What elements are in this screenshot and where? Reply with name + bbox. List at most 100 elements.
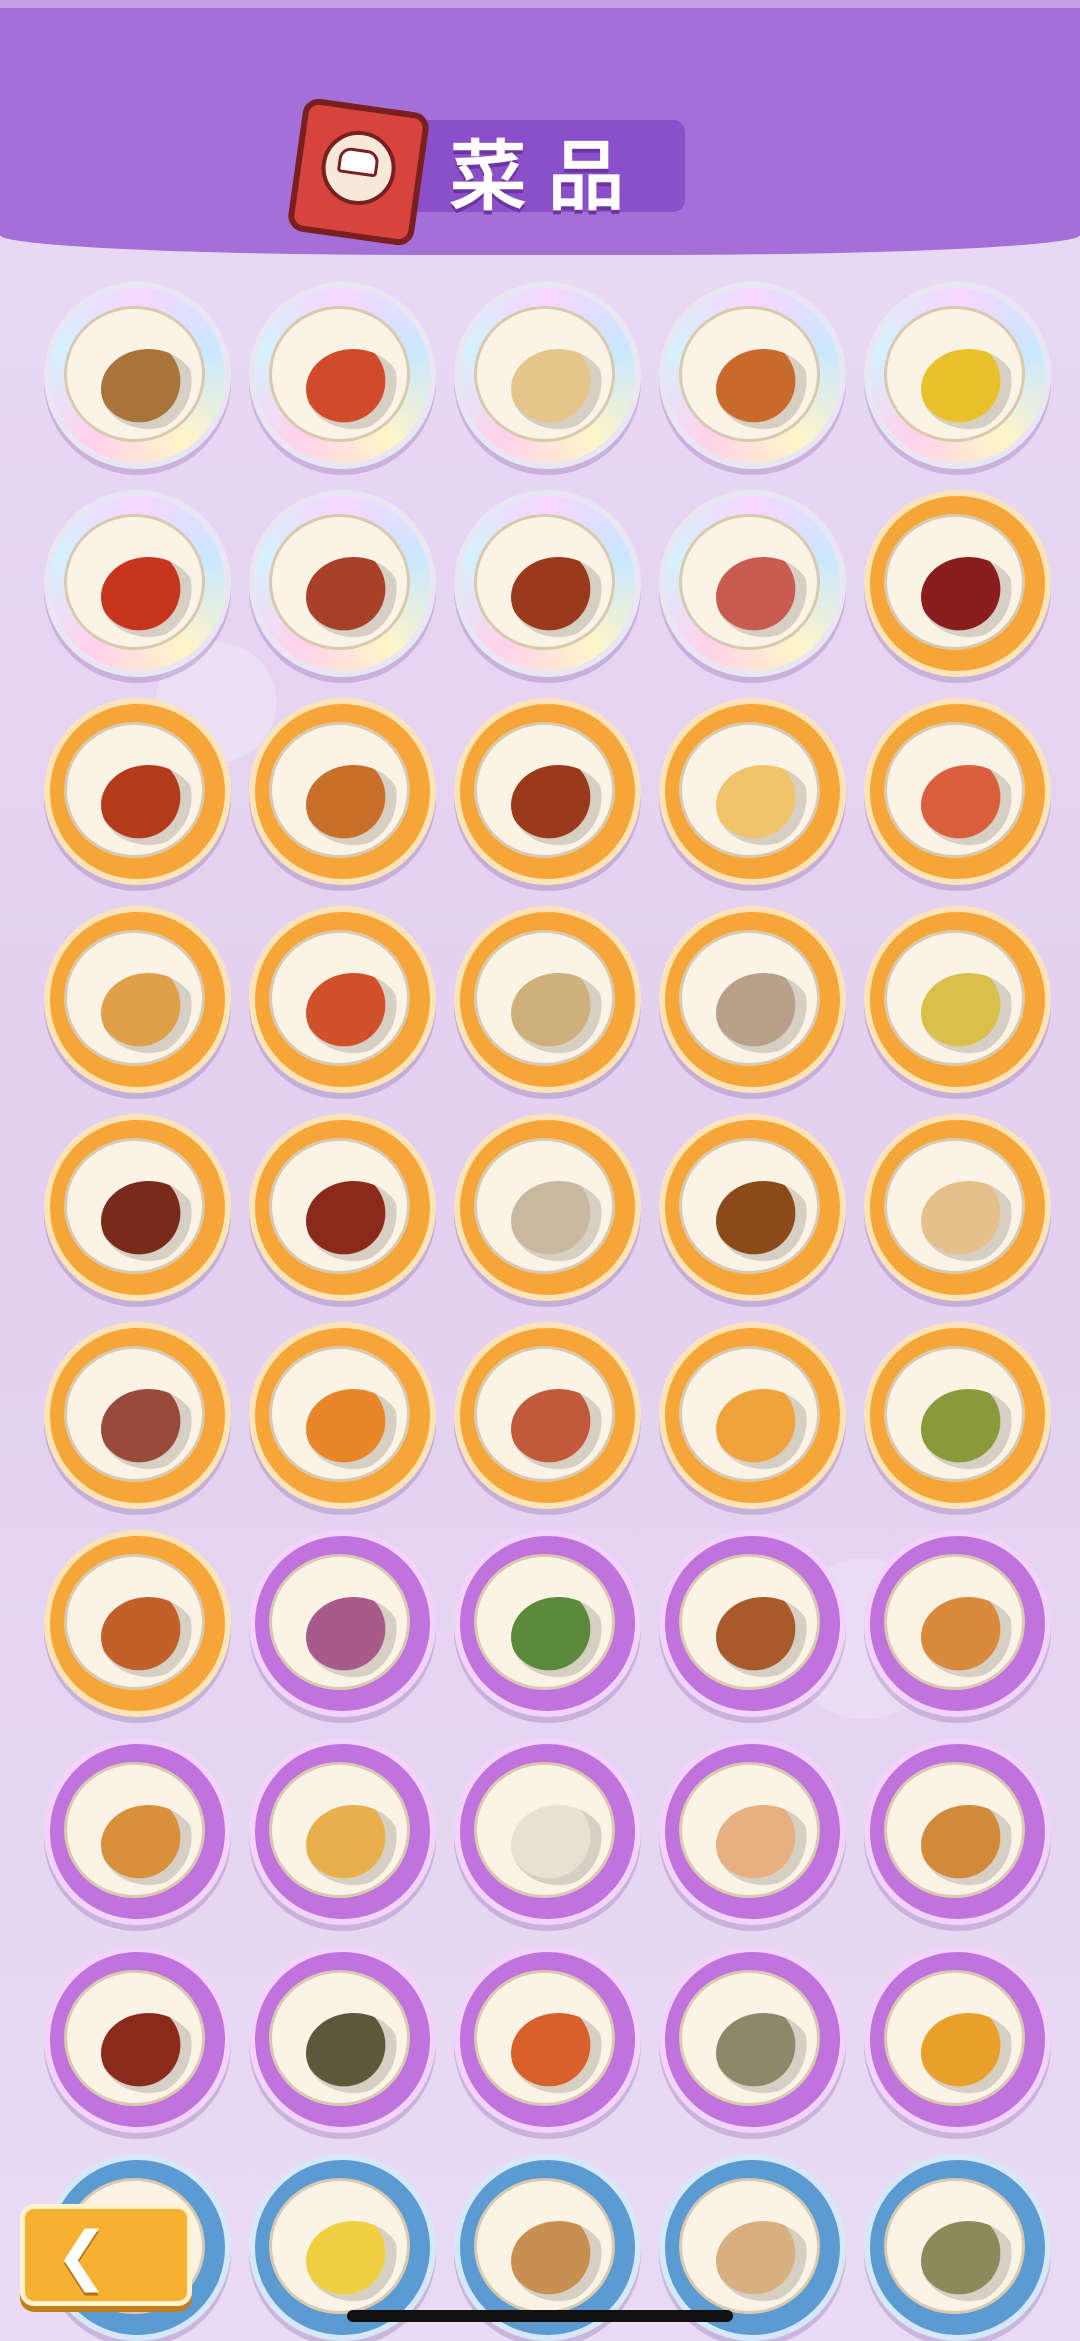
red-bean-icon [101, 2013, 196, 2093]
dish-item[interactable] [249, 1738, 436, 1925]
stir-fry-icon [306, 349, 401, 429]
dish-item[interactable] [249, 282, 436, 469]
dish-item[interactable] [249, 906, 436, 1093]
dish-item[interactable] [864, 490, 1051, 677]
plate [474, 1762, 615, 1898]
dish-item[interactable] [249, 1322, 436, 1509]
dish-item[interactable] [454, 1114, 641, 1301]
braised-meat-icon [511, 557, 606, 637]
dish-item[interactable] [659, 1738, 846, 1925]
plate [474, 722, 615, 858]
braised-pork-icon [921, 557, 1016, 637]
kung-pao-icon [306, 765, 401, 845]
dish-item[interactable] [659, 698, 846, 885]
dish-item[interactable] [864, 282, 1051, 469]
egg-bowl-icon [511, 2221, 606, 2301]
dish-item[interactable] [454, 282, 641, 469]
plate [679, 1138, 820, 1274]
plate [64, 930, 205, 1066]
dish-item[interactable] [454, 1738, 641, 1925]
dish-item[interactable] [659, 490, 846, 677]
plate [269, 1554, 410, 1690]
dish-item[interactable] [44, 1946, 231, 2133]
tofu-stew-icon [306, 1181, 401, 1261]
dish-item[interactable] [44, 1322, 231, 1509]
plate [474, 930, 615, 1066]
dish-item[interactable] [454, 906, 641, 1093]
pepper-beef-icon [101, 765, 196, 845]
dish-item[interactable] [864, 1738, 1051, 1925]
plate [269, 514, 410, 650]
cabbage-icon [921, 973, 1016, 1053]
dish-item[interactable] [864, 1946, 1051, 2133]
dish-item[interactable] [864, 2154, 1051, 2341]
plate [679, 722, 820, 858]
fish-soup-icon [511, 1181, 606, 1261]
plate [884, 306, 1025, 442]
plate [269, 1762, 410, 1898]
dish-item[interactable] [864, 906, 1051, 1093]
dish-item[interactable] [44, 1738, 231, 1925]
dish-item[interactable] [864, 698, 1051, 885]
oyster-icon [716, 2013, 811, 2093]
plate [884, 930, 1025, 1066]
dish-item[interactable] [44, 1530, 231, 1717]
dish-item[interactable] [659, 906, 846, 1093]
dish-item[interactable] [249, 1114, 436, 1301]
egg-noodle-icon [716, 1805, 811, 1885]
plate [474, 1346, 615, 1482]
plate [474, 1970, 615, 2106]
dish-item[interactable] [659, 1530, 846, 1717]
spicy-noodle-icon [511, 2013, 606, 2093]
egg-custard-icon [921, 349, 1016, 429]
plate [474, 1138, 615, 1274]
plate [679, 514, 820, 650]
dish-item[interactable] [44, 698, 231, 885]
dish-item[interactable] [864, 1530, 1051, 1717]
plate [679, 1762, 820, 1898]
dish-item[interactable] [864, 1322, 1051, 1509]
plate [64, 1138, 205, 1274]
scrambled-egg-icon [306, 2221, 401, 2301]
dish-item[interactable] [659, 1946, 846, 2133]
dish-item[interactable] [864, 1114, 1051, 1301]
plate [884, 1970, 1025, 2106]
dish-item[interactable] [44, 490, 231, 677]
soup-jar-icon [101, 349, 196, 429]
plate [269, 1970, 410, 2106]
braised-tofu-icon [716, 1597, 811, 1677]
dish-item[interactable] [249, 1946, 436, 2133]
sliced-beef-icon [101, 1389, 196, 1469]
crayfish-icon [101, 557, 196, 637]
shrimp-egg-icon [716, 765, 811, 845]
dish-item[interactable] [249, 1530, 436, 1717]
meatball-icon [716, 973, 811, 1053]
dish-item[interactable] [249, 698, 436, 885]
dish-item[interactable] [659, 282, 846, 469]
dish-item[interactable] [454, 698, 641, 885]
dish-item[interactable] [454, 1322, 641, 1509]
dish-item[interactable] [249, 490, 436, 677]
recipe-book-icon [286, 96, 431, 248]
chevron-left-icon: ❮ [55, 2219, 109, 2293]
dish-item[interactable] [44, 1114, 231, 1301]
dish-item[interactable] [659, 1322, 846, 1509]
dish-item[interactable] [44, 282, 231, 469]
mapo-tofu-icon [306, 973, 401, 1053]
plate [474, 306, 615, 442]
dish-item[interactable] [454, 1946, 641, 2133]
plate [269, 930, 410, 1066]
plate [679, 1554, 820, 1690]
back-button[interactable]: ❮ [20, 2204, 192, 2306]
dish-item[interactable] [454, 1530, 641, 1717]
plate [474, 514, 615, 650]
plate [64, 1970, 205, 2106]
plate [679, 2178, 820, 2314]
plate [884, 514, 1025, 650]
dish-item[interactable] [454, 490, 641, 677]
fried-rice-icon [511, 349, 606, 429]
dish-item[interactable] [659, 1114, 846, 1301]
plate [269, 306, 410, 442]
dish-item[interactable] [44, 906, 231, 1093]
chili-rice-icon [921, 1181, 1016, 1261]
